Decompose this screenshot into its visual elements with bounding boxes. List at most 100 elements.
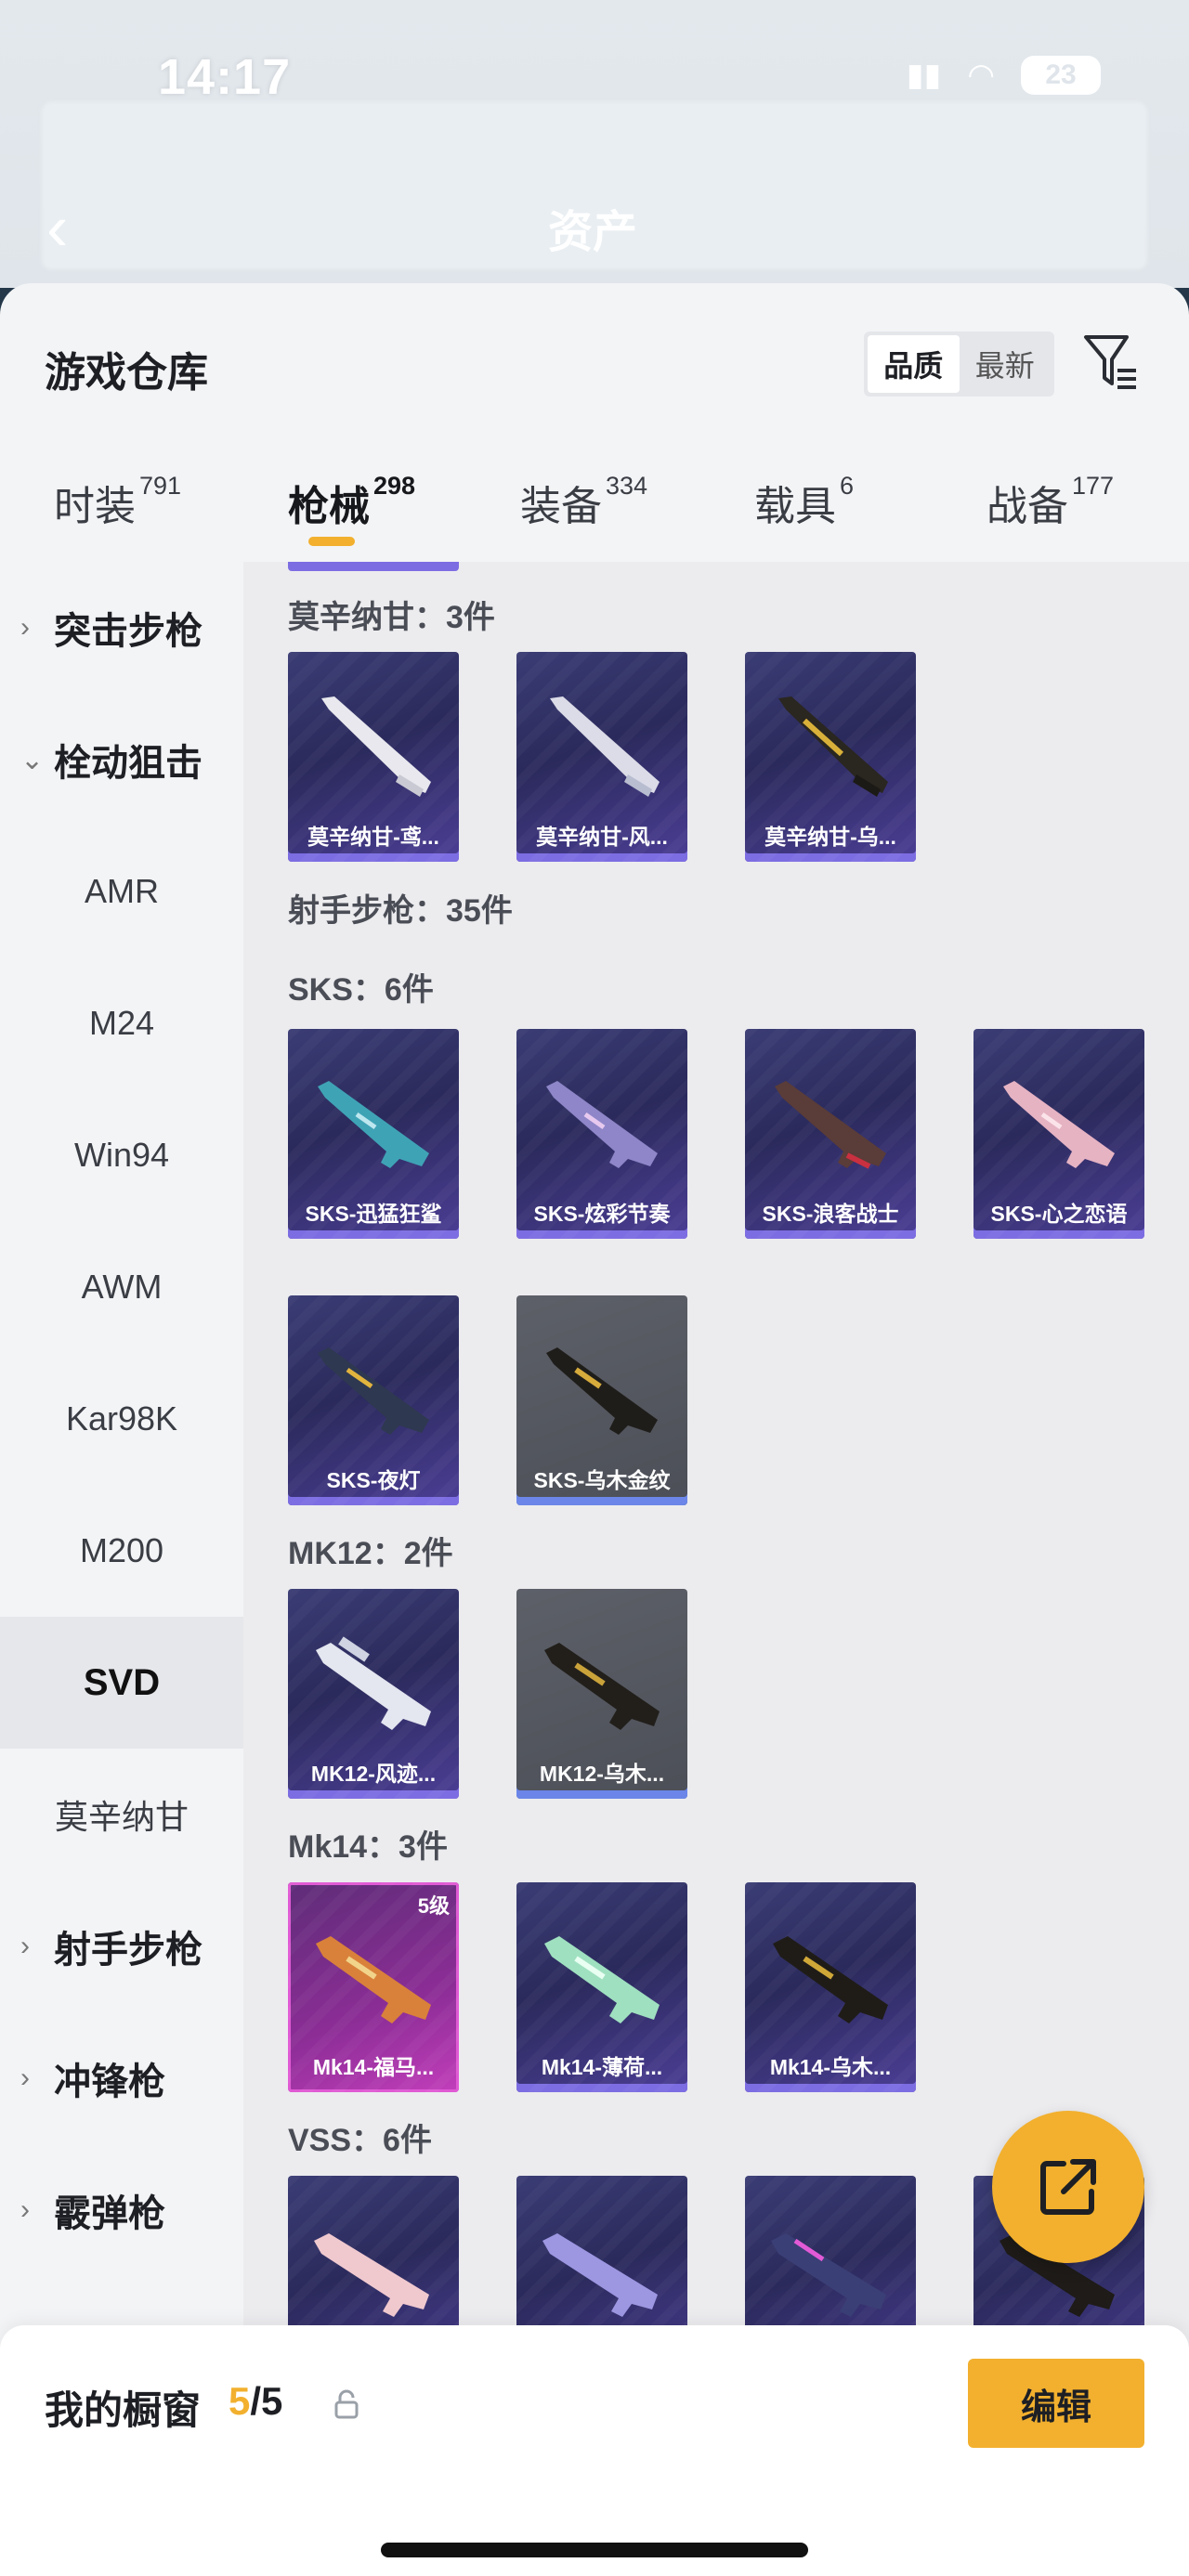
card-name: SKS-浪客战士 [762,1202,899,1226]
active-tab-indicator [308,537,355,546]
section-label-mk14: Mk14：3件 [288,1829,448,1865]
item-card[interactable]: 5级 Mk14-福马... [288,1882,459,2092]
menu-shotgun[interactable]: › 霰弹枪 [0,2144,243,2276]
previous-card-edge [288,562,459,571]
menu-item-svd[interactable]: SVD [0,1617,243,1749]
showcase-current: 5 [229,2379,251,2423]
tab-fashion[interactable]: 时装 791 [54,472,181,532]
page-title: 资产 [548,208,638,257]
tab-label: 载具 [754,484,836,529]
weapon-category-menu: › 突击步枪 ⌄ 栓动狙击 AMR M24 Win94 AWM Kar98K M20… [0,562,243,2576]
card-name: SKS-炫彩节奏 [533,1202,671,1226]
menu-item-amr[interactable]: AMR [0,826,243,957]
battery-icon: 23 [1021,56,1101,95]
menu-item-label: 霰弹枪 [54,2193,165,2234]
section-label-mk12: MK12：2件 [288,1536,453,1571]
sort-quality-button[interactable]: 品质 [868,335,960,393]
home-indicator [381,2543,808,2557]
tab-count: 298 [373,472,416,500]
rifle-icon [546,1347,658,1435]
card-name: Mk14-薄荷... [541,2055,663,2079]
item-card[interactable]: Mk14-乌木... [745,1882,916,2092]
rifle-icon [316,1936,431,2023]
chevron-right-icon: › [20,1931,30,1961]
item-card[interactable]: SKS-夜灯 [288,1295,459,1505]
rifle-icon [544,1643,660,1730]
card-name: 莫辛纳甘-乌... [764,825,896,849]
card-name: SKS-心之恋语 [990,1202,1128,1226]
card-name: 莫辛纳甘-风... [536,825,668,849]
rifle-icon [546,1081,658,1168]
item-card[interactable]: SKS-浪客战士 [745,1029,916,1239]
menu-marksman-rifle[interactable]: › 射手步枪 [0,1880,243,2012]
tab-count: 177 [1072,472,1115,500]
item-card[interactable]: SKS-迅猛狂鲨 [288,1029,459,1239]
item-card[interactable]: Mk14-薄荷... [516,1882,687,2092]
tab-supplies[interactable]: 战备 177 [986,472,1114,532]
edit-button[interactable]: 编辑 [968,2359,1144,2448]
card-name: MK12-风迹... [310,1762,437,1786]
chevron-right-icon: › [20,2062,30,2093]
tab-count: 6 [840,472,855,500]
signal-icon: ▮▮ [906,58,942,93]
item-card[interactable]: MK12-风迹... [288,1589,459,1799]
card-name: MK12-乌木... [539,1762,665,1786]
rifle-icon [550,696,660,797]
chevron-right-icon: › [20,612,30,643]
rifle-icon [1003,1081,1115,1168]
section-label-sks: SKS：6件 [288,972,434,1008]
card-level-badge: 5级 [417,1894,450,1918]
section-label-marksman: 射手步枪：35件 [288,893,513,929]
status-time: 14:17 [158,49,292,105]
chevron-down-icon: ⌄ [20,744,45,775]
tab-label: 时装 [54,484,136,529]
showcase-bar: 我的橱窗 5/5 编辑 [0,2325,1189,2576]
menu-assault-rifle[interactable]: › 突击步枪 [0,562,243,694]
menu-item-m200[interactable]: M200 [0,1485,243,1617]
wifi-icon: ◠ [967,58,995,93]
menu-item-kar98k[interactable]: Kar98K [0,1353,243,1485]
item-card[interactable]: MK12-乌木... [516,1589,687,1799]
battery-level: 23 [1045,59,1077,90]
category-tabs: 时装 791 枪械 298 装备 334 载具 6 战备 177 [0,455,1189,557]
menu-item-label: 突击步枪 [54,611,203,652]
menu-item-m24[interactable]: M24 [0,957,243,1089]
tab-label: 战备 [986,484,1068,529]
sort-newest-button[interactable]: 最新 [960,335,1052,393]
rifle-icon [773,1936,888,2023]
item-card[interactable]: SKS-心之恋语 [973,1029,1144,1239]
showcase-label: 我的橱窗 [45,2388,202,2432]
rifle-icon [314,2233,429,2317]
app-header-background: 14:17 ▮▮ ◠ 23 ‹ 资产 [0,0,1189,288]
card-name: SKS-乌木金纹 [533,1468,671,1492]
sort-toggle: 品质 最新 [864,332,1054,397]
rifle-icon [316,1636,431,1730]
share-button[interactable] [992,2111,1144,2263]
item-card[interactable]: SKS-炫彩节奏 [516,1029,687,1239]
menu-item-mosin[interactable]: 莫辛纳甘 [0,1749,243,1880]
menu-bolt-sniper[interactable]: ⌄ 栓动狙击 [0,694,243,826]
menu-item-win94[interactable]: Win94 [0,1089,243,1221]
filter-icon[interactable] [1082,330,1140,395]
menu-smg[interactable]: › 冲锋枪 [0,2012,243,2144]
card-name: Mk14-福马... [312,2055,435,2079]
rifle-icon [544,1936,660,2023]
tab-equipment[interactable]: 装备 334 [520,472,647,532]
tab-count: 791 [139,472,182,500]
rifle-icon [775,1081,886,1169]
tab-label: 装备 [520,484,602,529]
tab-count: 334 [606,472,648,500]
warehouse-sheet: 游戏仓库 品质 最新 时装 791 枪械 298 装备 334 载具 6 战备 177 ›… [0,283,1189,2576]
item-card[interactable]: 莫辛纳甘-乌... [745,652,916,862]
showcase-total: /5 [250,2379,283,2423]
lock-icon [334,2389,359,2419]
tab-guns[interactable]: 枪械 298 [288,472,415,532]
menu-item-label: 射手步枪 [54,1930,203,1971]
item-card[interactable]: 莫辛纳甘-鸢... [288,652,459,862]
sheet-title: 游戏仓库 [45,350,208,396]
back-arrow-icon[interactable]: ‹ [46,190,68,265]
item-card[interactable]: SKS-乌木金纹 [516,1295,687,1505]
tab-vehicles[interactable]: 载具 6 [754,472,854,532]
item-card[interactable]: 莫辛纳甘-风... [516,652,687,862]
menu-item-awm[interactable]: AWM [0,1221,243,1353]
